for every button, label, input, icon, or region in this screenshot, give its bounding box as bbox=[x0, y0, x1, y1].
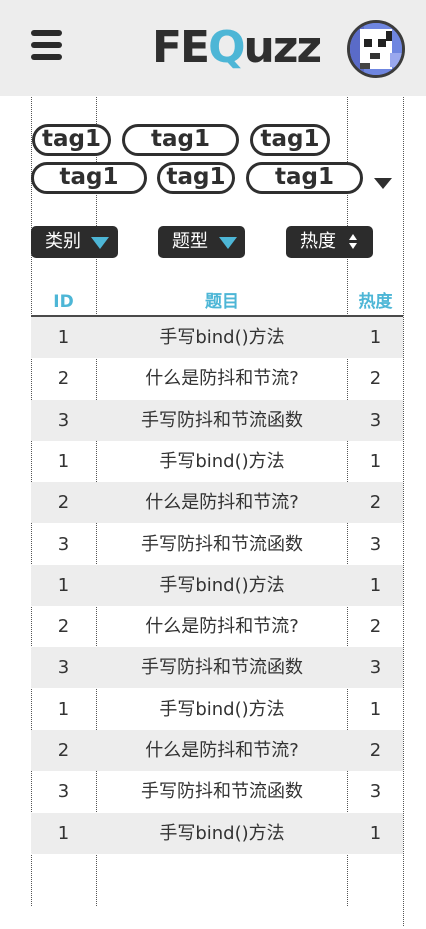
row-title-cell[interactable]: 手写防抖和节流函数 bbox=[96, 771, 348, 812]
row-id-cell: 2 bbox=[57, 616, 70, 638]
row-title-cell[interactable]: 手写bind()方法 bbox=[96, 317, 348, 358]
table-row[interactable]: 2 什么是防抖和节流? 2 bbox=[31, 358, 403, 399]
row-id-cell: 3 bbox=[57, 657, 70, 679]
table-row[interactable]: 1 手写bind()方法 1 bbox=[31, 812, 403, 854]
row-id-cell: 3 bbox=[57, 781, 70, 803]
tag-chip[interactable]: tag1 bbox=[157, 162, 235, 194]
row-id-cell: 1 bbox=[57, 698, 70, 720]
app-logo: FEQuzz bbox=[152, 22, 323, 78]
sort-icon bbox=[349, 234, 357, 250]
type-filter-button[interactable]: 题型 bbox=[158, 226, 245, 258]
app-header: FEQuzz bbox=[0, 0, 426, 96]
column-header-hot[interactable]: 热度 bbox=[348, 290, 403, 314]
row-title-cell[interactable]: 手写bind()方法 bbox=[96, 441, 348, 482]
row-id-cell: 3 bbox=[57, 409, 70, 431]
table-row[interactable]: 2 什么是防抖和节流? 2 bbox=[31, 482, 403, 524]
expand-tags-arrow-icon[interactable] bbox=[374, 178, 392, 189]
column-header-title[interactable]: 题目 bbox=[96, 290, 348, 314]
tag-chip[interactable]: tag1 bbox=[250, 124, 330, 156]
logo-suffix: uzz bbox=[243, 22, 323, 73]
table-row[interactable]: 2 什么是防抖和节流? 2 bbox=[31, 730, 403, 771]
table-row[interactable]: 1 手写bind()方法 1 bbox=[31, 689, 403, 730]
row-id-cell: 2 bbox=[57, 740, 70, 761]
table-row[interactable]: 3 手写防抖和节流函数 3 bbox=[31, 524, 403, 565]
row-id-cell: 2 bbox=[57, 368, 70, 390]
row-id-cell: 1 bbox=[57, 450, 70, 472]
row-title-cell[interactable]: 什么是防抖和节流? bbox=[96, 482, 348, 523]
row-title-cell[interactable]: 手写防抖和节流函数 bbox=[96, 647, 348, 688]
tag-chip[interactable]: tag1 bbox=[246, 162, 363, 194]
type-filter-label: 题型 bbox=[172, 231, 208, 252]
row-hot-cell: 1 bbox=[369, 698, 382, 720]
user-avatar[interactable] bbox=[347, 20, 405, 78]
row-id-cell: 1 bbox=[57, 327, 70, 348]
hamburger-menu-icon[interactable] bbox=[31, 29, 63, 61]
row-hot-cell: 1 bbox=[369, 327, 382, 348]
table-row[interactable]: 1 手写bind()方法 1 bbox=[31, 317, 403, 358]
row-hot-cell: 1 bbox=[369, 822, 382, 844]
row-hot-cell: 3 bbox=[369, 781, 382, 803]
row-title-cell[interactable]: 手写bind()方法 bbox=[96, 689, 348, 730]
chevron-down-icon bbox=[219, 237, 237, 249]
row-id-cell: 1 bbox=[57, 822, 70, 844]
row-title-cell[interactable]: 手写bind()方法 bbox=[96, 813, 348, 854]
logo-accent-letter: Q bbox=[208, 22, 245, 73]
row-title-cell[interactable]: 手写防抖和节流函数 bbox=[96, 524, 348, 565]
row-title-cell[interactable]: 手写防抖和节流函数 bbox=[96, 400, 348, 441]
row-hot-cell: 2 bbox=[369, 368, 382, 390]
tag-chip[interactable]: tag1 bbox=[31, 162, 147, 194]
row-hot-cell: 2 bbox=[369, 616, 382, 638]
row-title-cell[interactable]: 什么是防抖和节流? bbox=[96, 358, 348, 399]
row-title-cell[interactable]: 什么是防抖和节流? bbox=[96, 606, 348, 647]
row-hot-cell: 1 bbox=[369, 574, 382, 596]
category-filter-button[interactable]: 类别 bbox=[31, 226, 118, 258]
row-title-cell[interactable]: 什么是防抖和节流? bbox=[96, 730, 348, 771]
row-hot-cell: 2 bbox=[369, 740, 382, 761]
table-row[interactable]: 1 手写bind()方法 1 bbox=[31, 441, 403, 482]
row-id-cell: 3 bbox=[57, 533, 70, 555]
category-filter-label: 类别 bbox=[45, 231, 81, 252]
row-hot-cell: 2 bbox=[369, 492, 382, 514]
hot-sort-label: 热度 bbox=[300, 231, 336, 252]
chevron-down-icon bbox=[91, 237, 109, 249]
logo-prefix: FE bbox=[152, 22, 210, 73]
row-id-cell: 1 bbox=[57, 574, 70, 596]
table-row[interactable]: 2 什么是防抖和节流? 2 bbox=[31, 606, 403, 647]
guide-line bbox=[403, 30, 404, 926]
row-id-cell: 2 bbox=[57, 492, 70, 514]
hot-sort-button[interactable]: 热度 bbox=[286, 226, 373, 258]
table-row[interactable]: 3 手写防抖和节流函数 3 bbox=[31, 399, 403, 441]
row-hot-cell: 3 bbox=[369, 409, 382, 431]
table-row[interactable]: 1 手写bind()方法 1 bbox=[31, 564, 403, 606]
row-title-cell[interactable]: 手写bind()方法 bbox=[96, 565, 348, 606]
row-hot-cell: 3 bbox=[369, 657, 382, 679]
tag-chip[interactable]: tag1 bbox=[32, 124, 111, 156]
row-hot-cell: 3 bbox=[369, 533, 382, 555]
column-header-id[interactable]: ID bbox=[31, 290, 96, 314]
table-row[interactable]: 3 手写防抖和节流函数 3 bbox=[31, 771, 403, 812]
tag-chip[interactable]: tag1 bbox=[122, 124, 239, 156]
table-row[interactable]: 3 手写防抖和节流函数 3 bbox=[31, 647, 403, 689]
row-hot-cell: 1 bbox=[369, 450, 382, 472]
